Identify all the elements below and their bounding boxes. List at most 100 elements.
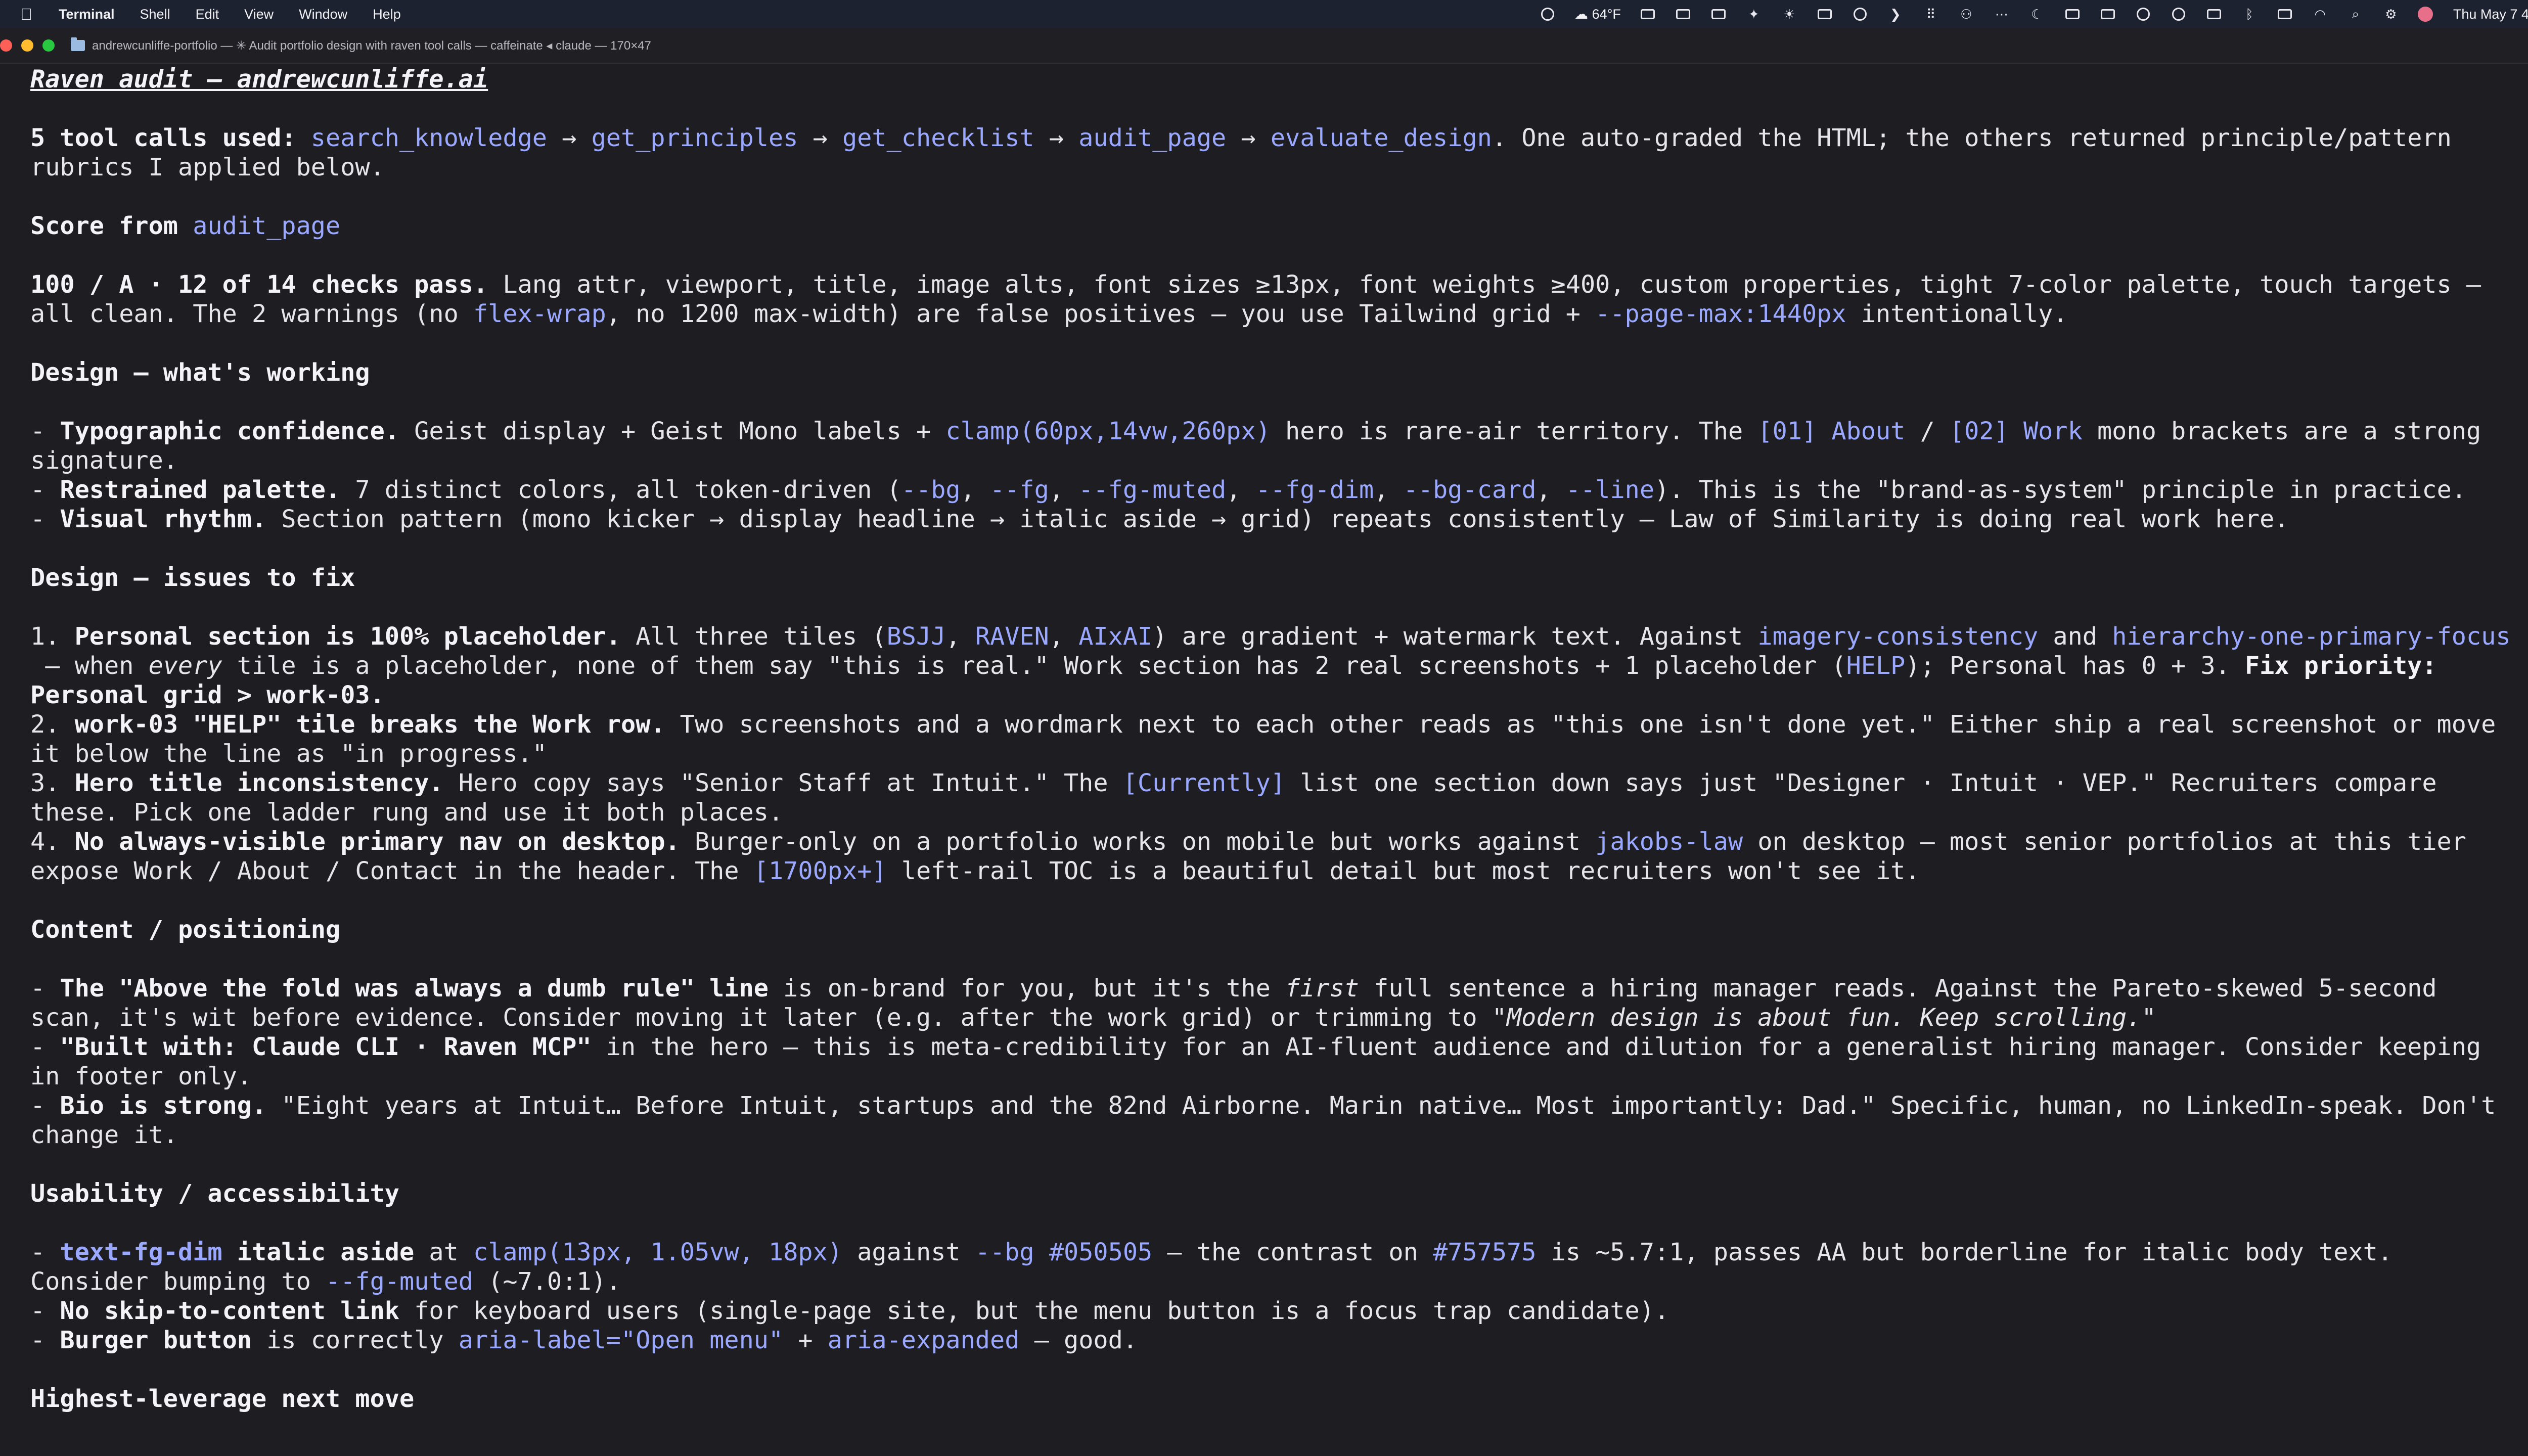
people-icon[interactable]: ⚇ (1958, 6, 1975, 23)
cloud-sun-icon: ☁ (1574, 6, 1589, 22)
terminal-text: No always-visible primary nav on desktop… (74, 828, 680, 856)
terminal-line: - Restrained palette. 7 distinct colors,… (30, 475, 2528, 505)
terminal-line: all clean. The 2 warnings (no flex-wrap,… (30, 299, 2528, 329)
clipboard-icon[interactable] (1816, 6, 1833, 23)
sparkle-icon[interactable]: ✦ (1745, 6, 1763, 23)
terminal-text: (~7.0:1). (473, 1267, 621, 1296)
moon-icon[interactable]: ☾ (2028, 6, 2046, 23)
user-avatar[interactable] (2417, 7, 2433, 22)
display-icon[interactable] (1639, 6, 1656, 23)
terminal-line: change it. (30, 1120, 2528, 1150)
terminal-text: --page-max:1440px (1595, 300, 1846, 328)
terminal-text: it below the line as "in progress." (30, 740, 547, 768)
zoom-button[interactable] (42, 39, 55, 52)
battery-icon[interactable] (2276, 6, 2293, 23)
sun-icon[interactable]: ☀ (1781, 6, 1798, 23)
terminal-text: #757575 (1433, 1238, 1537, 1266)
terminal-text: "Eight years at Intuit… Before Intuit, s… (266, 1091, 2496, 1120)
play-icon[interactable] (2170, 6, 2187, 23)
clock[interactable]: Thu May 7 4:19PM (2453, 7, 2528, 22)
terminal-text: → (1226, 124, 1271, 152)
terminal-text: AIxAI (1078, 622, 1153, 651)
terminal-text: RAVEN (975, 622, 1049, 651)
menu-window[interactable]: Window (299, 7, 347, 22)
terminal-text: Content / positioning (30, 916, 341, 944)
terminal-text: --fg-dim (1255, 476, 1374, 504)
terminal-text: — good. (1019, 1326, 1138, 1354)
keyboard-icon[interactable] (2205, 6, 2223, 23)
terminal-text: Section pattern (mono kicker → display h… (266, 505, 2289, 533)
window-icon[interactable] (2099, 6, 2116, 23)
terminal-text: in footer only. (30, 1062, 252, 1090)
terminal-text: "Built with: Claude CLI · Raven MCP" (60, 1033, 592, 1061)
terminal-text: imagery-consistency (1757, 622, 2039, 651)
terminal-text: - (30, 974, 60, 1003)
terminal-text: , (1226, 476, 1256, 504)
terminal-output[interactable]: Raven audit — andrewcunliffe.ai 5 tool ca… (0, 65, 2528, 1456)
terminal-text: . One auto-graded the HTML; the others r… (1492, 124, 2452, 152)
close-button[interactable] (0, 39, 12, 52)
terminal-text: HELP (1846, 652, 1906, 680)
terminal-text: Burger button (60, 1326, 252, 1354)
window-title: andrewcunliffe-portfolio — ✳ Audit portf… (92, 38, 651, 53)
terminal-text: search_knowledge (310, 124, 547, 152)
terminal-text: Geist display + Geist Mono labels + (399, 417, 946, 445)
terminal-text: --bg (901, 476, 961, 504)
menu-view[interactable]: View (244, 7, 274, 22)
menu-shell[interactable]: Shell (140, 7, 170, 22)
terminal-line: 2. work-03 "HELP" tile breaks the Work r… (30, 710, 2528, 739)
terminal-text: signature. (30, 446, 178, 475)
terminal-text: , no 1200 max-width) are false positives… (606, 300, 1596, 328)
search-icon[interactable]: ⌕ (2347, 6, 2364, 23)
terminal-text: work-03 "HELP" tile breaks the Work row. (74, 710, 665, 739)
menu-help[interactable]: Help (373, 7, 401, 22)
terminal-text: --bg (975, 1238, 1034, 1266)
menu-app-name[interactable]: Terminal (59, 7, 115, 22)
terminal-text: , (1374, 476, 1404, 504)
weather-status[interactable]: ☁ 64°F (1574, 7, 1621, 22)
screen-icon[interactable] (2064, 6, 2081, 23)
terminal-line: signature. (30, 446, 2528, 475)
dots-icon[interactable]: ⋯ (1993, 6, 2010, 23)
terminal-text: Hero title inconsistency. (74, 769, 444, 797)
terminal-text: - (30, 1238, 60, 1266)
bluetooth-icon[interactable]: ᛒ (2241, 6, 2258, 23)
cloud-app-icon[interactable] (1852, 6, 1869, 23)
terminal-line: - Burger button is correctly aria-label=… (30, 1326, 2528, 1355)
airdrop-icon[interactable] (2135, 6, 2152, 23)
menu-edit[interactable]: Edit (196, 7, 219, 22)
grid-icon[interactable]: ⠿ (1922, 6, 1939, 23)
menu-bar-left:  Terminal Shell Edit View Window Help (20, 6, 426, 23)
terminal-text: rubrics I applied below. (30, 153, 385, 181)
terminal-line: 1. Personal section is 100% placeholder.… (30, 622, 2528, 651)
window-title-bar[interactable]: andrewcunliffe-portfolio — ✳ Audit portf… (0, 28, 2528, 64)
terminal-text: hierarchy-one-primary-focus (2112, 622, 2511, 651)
terminal-line: Highest-leverage next move (30, 1384, 2528, 1414)
terminal-text: --line (1565, 476, 1655, 504)
apple-menu-icon[interactable]:  (20, 6, 35, 23)
terminal-line: 5 tool calls used: search_knowledge → ge… (30, 123, 2528, 153)
w-app-icon[interactable] (1710, 6, 1727, 23)
message-icon[interactable] (1675, 6, 1692, 23)
wifi-icon[interactable]: ◠ (2312, 6, 2329, 23)
terminal-text: — when (30, 652, 149, 680)
terminal-text: No skip-to-content link (60, 1297, 399, 1325)
audio-icon[interactable] (1539, 6, 1556, 23)
terminal-text: Lang attr, viewport, title, image alts, … (488, 270, 2481, 299)
chevron-right-icon[interactable]: ❯ (1887, 6, 1904, 23)
terminal-text: 100 / A · 12 of 14 checks pass. (30, 270, 488, 299)
minimize-button[interactable] (21, 39, 33, 52)
terminal-line: 100 / A · 12 of 14 checks pass. Lang att… (30, 270, 2528, 299)
terminal-text: at (414, 1238, 474, 1266)
terminal-text: 3. (30, 769, 75, 797)
terminal-line: Raven audit — andrewcunliffe.ai (30, 65, 2528, 94)
terminal-text: jakobs-law (1595, 828, 1743, 856)
control-center-icon[interactable]: ⚙ (2382, 6, 2400, 23)
terminal-text: - (30, 1297, 60, 1325)
